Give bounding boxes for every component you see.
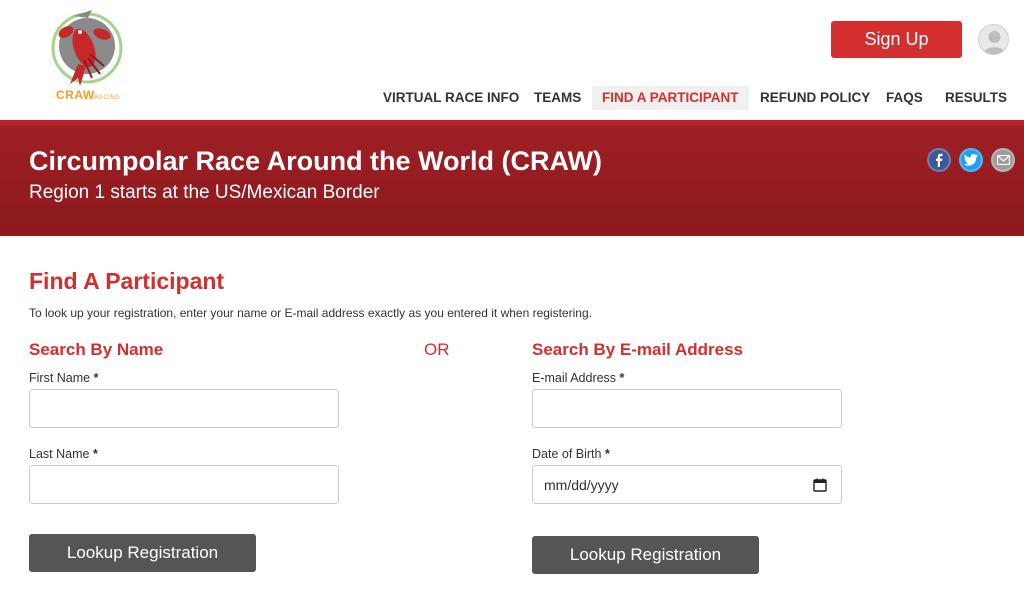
nav-item-results[interactable]: RESULTS <box>945 86 1007 110</box>
site-header: CRAW RACING Sign Up VIRTUAL RACE INFO TE… <box>0 0 1024 120</box>
email-input[interactable] <box>532 389 842 428</box>
nav-item-find-a-participant[interactable]: FIND A PARTICIPANT <box>592 86 749 110</box>
dob-label: Date of Birth * <box>532 447 610 461</box>
sign-up-button[interactable]: Sign Up <box>831 21 962 58</box>
last-name-input[interactable] <box>29 465 339 504</box>
first-name-label: First Name * <box>29 371 98 385</box>
nav-item-refund-policy[interactable]: REFUND POLICY <box>760 86 870 110</box>
page-title: Find A Participant <box>29 268 225 294</box>
date-of-birth-placeholder: mm/dd/yyyy <box>544 477 619 493</box>
first-name-label-text: First Name <box>29 371 91 385</box>
required-marker: * <box>92 447 98 461</box>
email-icon[interactable] <box>991 148 1015 172</box>
nav-item-virtual-race-info[interactable]: VIRTUAL RACE INFO <box>383 86 519 110</box>
calendar-icon[interactable] <box>813 478 827 492</box>
email-label: E-mail Address * <box>532 371 624 385</box>
or-divider: OR <box>424 340 450 359</box>
race-subtitle: Region 1 starts at the US/Mexican Border <box>29 182 380 203</box>
required-marker: * <box>604 447 610 461</box>
date-of-birth-input[interactable]: mm/dd/yyyy <box>532 465 842 504</box>
lookup-by-email-button[interactable]: Lookup Registration <box>532 536 759 574</box>
first-name-input[interactable] <box>29 389 339 428</box>
required-marker: * <box>93 371 99 385</box>
search-by-email-heading: Search By E-mail Address <box>532 340 744 359</box>
last-name-label: Last Name * <box>29 447 98 461</box>
search-by-name-heading: Search By Name <box>29 340 164 359</box>
twitter-icon[interactable] <box>959 148 983 172</box>
nav-item-teams[interactable]: TEAMS <box>534 86 581 110</box>
page-banner: Circumpolar Race Around the World (CRAW)… <box>0 120 1024 236</box>
user-avatar-icon[interactable] <box>978 24 1009 55</box>
last-name-label-text: Last Name <box>29 447 90 461</box>
lookup-instructions: To look up your registration, enter your… <box>29 306 592 320</box>
main-nav: VIRTUAL RACE INFO TEAMS FIND A PARTICIPA… <box>0 86 1024 110</box>
email-label-text: E-mail Address <box>532 371 617 385</box>
race-title: Circumpolar Race Around the World (CRAW) <box>29 146 603 176</box>
required-marker: * <box>619 371 625 385</box>
dob-label-text: Date of Birth <box>532 447 602 461</box>
facebook-icon[interactable] <box>927 148 951 172</box>
nav-item-faqs[interactable]: FAQS <box>886 86 923 110</box>
lookup-by-name-button[interactable]: Lookup Registration <box>29 534 256 572</box>
